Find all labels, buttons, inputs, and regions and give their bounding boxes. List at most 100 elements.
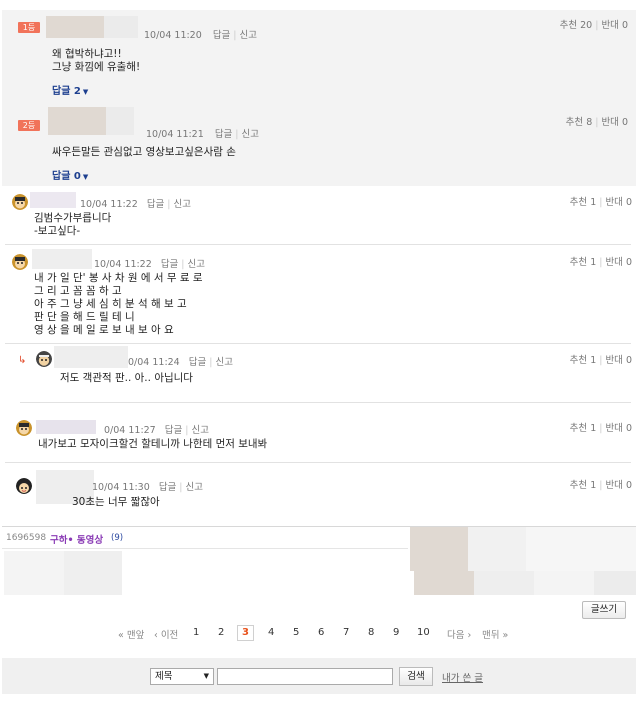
author-name[interactable] bbox=[30, 192, 76, 208]
search-input[interactable] bbox=[217, 668, 393, 685]
comment-time: 10/04 11:20 bbox=[144, 30, 202, 41]
reply-link[interactable]: 답글 bbox=[213, 30, 230, 41]
comment-meta: 0/04 11:24 답글 | 신고 bbox=[128, 357, 233, 368]
comment-body: 내가보고 모자이크할건 할테니까 나한테 먼저 보내봐 bbox=[38, 438, 268, 450]
board-list: 1696598 구하• 동영상 (9) bbox=[0, 527, 640, 597]
rank-badge: 2등 bbox=[18, 120, 40, 131]
comment-body: 왜 협박하냐고!! 그냥 화낌에 유출해! bbox=[52, 48, 141, 73]
avatar bbox=[16, 420, 32, 436]
divider bbox=[5, 462, 631, 463]
reply-link[interactable]: 답글 bbox=[165, 425, 182, 436]
report-link[interactable]: 신고 bbox=[191, 425, 208, 436]
chevron-down-icon: ▼ bbox=[203, 672, 209, 680]
page-link[interactable]: 5 bbox=[293, 627, 299, 638]
rank-badge: 1등 bbox=[18, 22, 40, 33]
first-page-link[interactable]: « 맨앞 bbox=[118, 627, 144, 641]
search-field-select[interactable]: 제목 ▼ bbox=[150, 668, 214, 685]
reply-link[interactable]: 답글 bbox=[215, 129, 232, 140]
write-button[interactable]: 글쓰기 bbox=[582, 601, 626, 619]
next-page-link[interactable]: 다음 › bbox=[447, 627, 471, 641]
divider bbox=[20, 402, 631, 403]
blurred-row[interactable] bbox=[4, 551, 64, 595]
upvote-link[interactable]: 추천 8 bbox=[566, 117, 593, 128]
report-link[interactable]: 신고 bbox=[188, 259, 205, 270]
comment-time: 0/04 11:24 bbox=[128, 357, 180, 368]
downvote-link[interactable]: 반대 0 bbox=[601, 117, 628, 128]
reply-arrow-icon: ↳ bbox=[18, 355, 27, 366]
downvote-link[interactable]: 반대 0 bbox=[601, 20, 628, 31]
comment-time: 0/04 11:27 bbox=[104, 425, 156, 436]
comment-meta: 10/04 11:21 답글 | 신고 bbox=[146, 129, 259, 140]
reply-link[interactable]: 답글 bbox=[147, 199, 164, 210]
comment: 10/04 11:30 답글 | 신고 추천 1 | 반대 0 30초는 너무 짧잖아 bbox=[0, 468, 640, 526]
comment-time: 10/04 11:30 bbox=[92, 482, 150, 493]
upvote-link[interactable]: 추천 1 bbox=[570, 355, 597, 366]
best-comment: 1등 10/04 11:20 답글 | 신고 추천 20 | 반대 0 왜 협박하냐고!… bbox=[2, 10, 636, 102]
reply-count-toggle[interactable]: 답글 0 ▼ bbox=[52, 167, 88, 182]
blurred-thumb[interactable] bbox=[410, 527, 468, 571]
downvote-link[interactable]: 반대 0 bbox=[605, 480, 632, 491]
vote-box: 추천 1 | 반대 0 bbox=[569, 355, 632, 366]
report-link[interactable]: 신고 bbox=[240, 30, 257, 41]
downvote-link[interactable]: 반대 0 bbox=[605, 197, 632, 208]
vote-box: 추천 20 | 반대 0 bbox=[559, 20, 628, 31]
comment-time: 10/04 11:21 bbox=[146, 129, 204, 140]
reply-link[interactable]: 답글 bbox=[159, 482, 176, 493]
caret-down-icon: ▼ bbox=[82, 173, 89, 181]
upvote-link[interactable]: 추천 1 bbox=[570, 257, 597, 268]
page-link[interactable]: 1 bbox=[193, 627, 199, 638]
author-name[interactable] bbox=[48, 107, 106, 135]
reply-count-toggle[interactable]: 답글 2 ▼ bbox=[52, 82, 88, 97]
prev-page-link[interactable]: ‹ 이전 bbox=[154, 627, 178, 641]
comment-time: 10/04 11:22 bbox=[80, 199, 138, 210]
best-comments: 1등 10/04 11:20 답글 | 신고 추천 20 | 반대 0 왜 협박하냐고!… bbox=[2, 10, 636, 186]
blurred-thumb bbox=[594, 571, 636, 595]
blurred-row[interactable] bbox=[64, 551, 122, 595]
report-link[interactable]: 신고 bbox=[242, 129, 259, 140]
blurred-thumb bbox=[526, 527, 636, 571]
upvote-link[interactable]: 추천 20 bbox=[560, 20, 593, 31]
current-page[interactable]: 3 bbox=[237, 625, 254, 641]
page-link[interactable]: 2 bbox=[218, 627, 224, 638]
page-link[interactable]: 9 bbox=[393, 627, 399, 638]
comment-time: 10/04 11:22 bbox=[94, 259, 152, 270]
page-link[interactable]: 4 bbox=[268, 627, 274, 638]
author-name-ext bbox=[104, 16, 138, 38]
comment-meta: 0/04 11:27 답글 | 신고 bbox=[104, 425, 209, 436]
upvote-link[interactable]: 추천 1 bbox=[570, 480, 597, 491]
report-link[interactable]: 신고 bbox=[186, 482, 203, 493]
vote-box: 추천 1 | 반대 0 bbox=[569, 197, 632, 208]
page-link[interactable]: 7 bbox=[343, 627, 349, 638]
my-posts-link[interactable]: 내가 쓴 글 bbox=[442, 670, 483, 684]
author-name[interactable] bbox=[36, 420, 96, 434]
last-page-link[interactable]: 맨뒤 » bbox=[482, 627, 508, 641]
author-name[interactable] bbox=[46, 16, 104, 38]
comment-body: 30초는 너무 짧잖아 bbox=[72, 496, 160, 508]
reply-link[interactable]: 답글 bbox=[161, 259, 178, 270]
search-bar: 제목 ▼ 검색 내가 쓴 글 bbox=[2, 658, 636, 694]
author-name[interactable] bbox=[32, 249, 92, 269]
blurred-thumb bbox=[534, 571, 594, 595]
upvote-link[interactable]: 추천 1 bbox=[570, 197, 597, 208]
comment: 10/04 11:22 답글 | 신고 추천 1 | 반대 0 내 가 일 단' 봉 사… bbox=[0, 245, 640, 343]
downvote-link[interactable]: 반대 0 bbox=[605, 423, 632, 434]
caret-down-icon: ▼ bbox=[82, 88, 89, 96]
blurred-thumb bbox=[468, 527, 526, 571]
comment-body: 싸우든말든 관심없고 영상보고싶은사람 손 bbox=[52, 146, 236, 158]
row-divider bbox=[2, 548, 408, 549]
report-link[interactable]: 신고 bbox=[174, 199, 191, 210]
vote-box: 추천 8 | 반대 0 bbox=[565, 117, 628, 128]
author-name[interactable] bbox=[54, 346, 128, 368]
page-link[interactable]: 10 bbox=[417, 627, 430, 638]
downvote-link[interactable]: 반대 0 bbox=[605, 257, 632, 268]
reply-link[interactable]: 답글 bbox=[189, 357, 206, 368]
comment: 0/04 11:27 답글 | 신고 추천 1 | 반대 0 내가보고 모자이크할건 할… bbox=[0, 412, 640, 462]
page-link[interactable]: 8 bbox=[368, 627, 374, 638]
upvote-link[interactable]: 추천 1 bbox=[570, 423, 597, 434]
search-button[interactable]: 검색 bbox=[399, 667, 433, 686]
post-category[interactable]: 구하• 동영상 bbox=[50, 532, 103, 546]
author-name-ext bbox=[106, 107, 134, 135]
downvote-link[interactable]: 반대 0 bbox=[605, 355, 632, 366]
page-link[interactable]: 6 bbox=[318, 627, 324, 638]
report-link[interactable]: 신고 bbox=[215, 357, 232, 368]
